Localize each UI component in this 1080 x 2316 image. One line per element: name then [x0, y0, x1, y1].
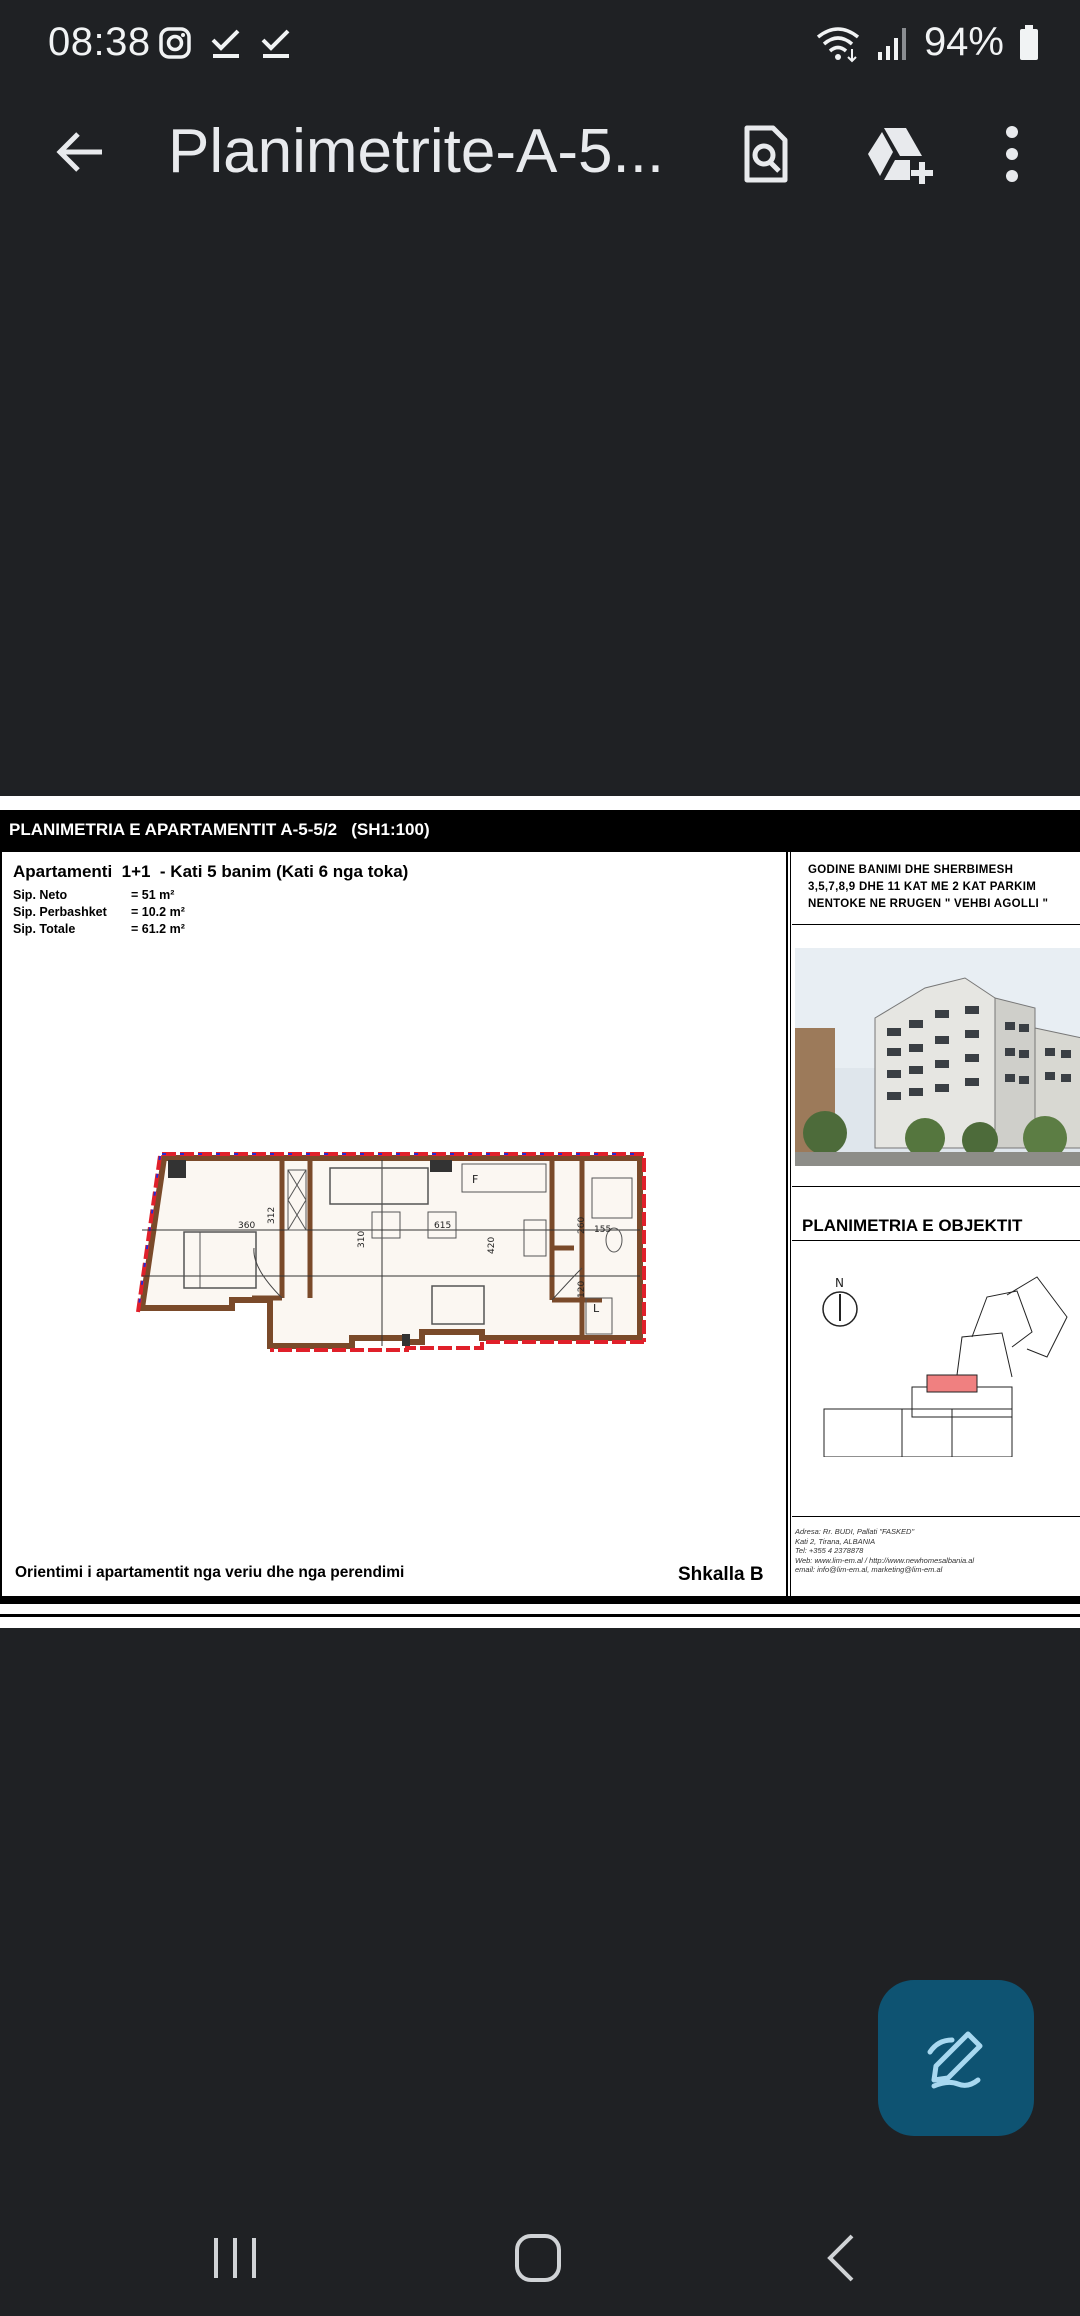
dim-label: 120 [577, 1281, 587, 1298]
plan-label-f: F [472, 1173, 478, 1186]
recent-apps-icon[interactable] [200, 2228, 270, 2288]
area-value: = 51 m² [131, 888, 175, 902]
edit-pen-icon [927, 2031, 983, 2089]
dim-label: 155 [594, 1225, 611, 1235]
dim-label: 310 [357, 1231, 367, 1248]
document-body: Apartamenti 1+1 - Kati 5 banim (Kati 6 n… [0, 852, 1080, 1596]
apartment-title: Apartamenti 1+1 - Kati 5 banim (Kati 6 n… [13, 862, 409, 881]
check-icon [261, 29, 290, 58]
area-row: Sip. Perbashket = 10.2 m² [13, 905, 185, 919]
divider [792, 1516, 1080, 1517]
status-time: 08:38 [48, 20, 151, 64]
sidebar-divider [786, 852, 791, 1596]
area-label: Sip. Neto [13, 888, 68, 902]
building-render-image [795, 948, 1080, 1166]
battery-percent: 94% [923, 20, 1004, 64]
building-info-line: NENTOKE NE RRUGEN " VEHBI AGOLLI " [808, 898, 1049, 910]
area-value: = 10.2 m² [131, 905, 185, 919]
back-arrow-icon[interactable] [50, 122, 110, 182]
divider [792, 924, 1080, 925]
home-icon[interactable] [503, 2228, 573, 2288]
objekt-title: PLANIMETRIA E OBJEKTIT [802, 1216, 1023, 1235]
instagram-icon [159, 27, 191, 59]
contact-line: Web: www.lim-em.al / http://www.newhomes… [795, 1555, 975, 1565]
wifi-icon [816, 26, 860, 62]
area-row: Sip. Totale = 61.2 m² [13, 922, 185, 936]
edit-fab-button[interactable] [878, 1980, 1034, 2136]
page-top-border [0, 796, 1080, 813]
contact-line: Tel: +355 4 2378878 [795, 1546, 864, 1555]
battery-icon [1020, 24, 1038, 60]
app-bar: Planimetrite-A-5... [0, 100, 1080, 210]
contact-line: Kati 2, Tirana, ALBANIA [795, 1536, 876, 1546]
status-bar: 08:38 94% [0, 0, 1080, 92]
add-to-drive-icon[interactable] [862, 122, 936, 186]
orientation-note: Orientimi i apartamentit nga veriu dhe n… [15, 1564, 405, 1581]
dim-label: 360 [238, 1221, 255, 1231]
area-value: = 61.2 m² [131, 922, 185, 936]
building-info-line: GODINE BANIMI DHE SHERBIMESH [808, 864, 1014, 876]
contact-line: email: info@lim-em.al, marketing@lim-em.… [795, 1565, 943, 1574]
divider [792, 1240, 1080, 1241]
dim-label: 312 [267, 1207, 277, 1224]
north-label: N [835, 1276, 844, 1290]
system-nav-bar [0, 2200, 1080, 2316]
area-row: Sip. Neto = 51 m² [13, 888, 174, 902]
area-label: Sip. Totale [13, 922, 76, 936]
more-vert-icon[interactable] [986, 122, 1038, 186]
building-info-line: 3,5,7,8,9 DHE 11 KAT ME 2 KAT PARKIM [808, 881, 1037, 893]
floor-plan-drawing: F L 360 312 310 615 420 260 155 120 [136, 1152, 646, 1352]
site-plan-drawing: N [822, 1276, 1068, 1457]
area-label: Sip. Perbashket [13, 905, 107, 919]
plan-header-bar: PLANIMETRIA E APARTAMENTIT A-5-5/2 (SH1:… [0, 812, 1080, 852]
back-nav-icon[interactable] [808, 2228, 878, 2288]
divider [792, 1186, 1080, 1187]
dim-label: 615 [434, 1221, 451, 1231]
shkalla-label: Shkalla B [678, 1564, 764, 1585]
dim-label: 260 [577, 1217, 587, 1234]
contact-info: Adresa: Rr. BUDI, Pallati "FASKED" Kati … [795, 1527, 974, 1575]
dim-label: 420 [487, 1237, 497, 1254]
contact-line: Adresa: Rr. BUDI, Pallati "FASKED" [795, 1527, 915, 1536]
signal-icon [877, 27, 906, 60]
notification-icons [158, 26, 292, 60]
plan-header-title: PLANIMETRIA E APARTAMENTIT A-5-5/2 (SH1:… [9, 820, 430, 839]
document-title: Planimetrite-A-5... [168, 117, 665, 186]
check-icon [211, 29, 240, 58]
search-document-icon[interactable] [733, 122, 797, 186]
plan-label-l: L [593, 1302, 600, 1315]
page-bottom-border [0, 1596, 1080, 1628]
